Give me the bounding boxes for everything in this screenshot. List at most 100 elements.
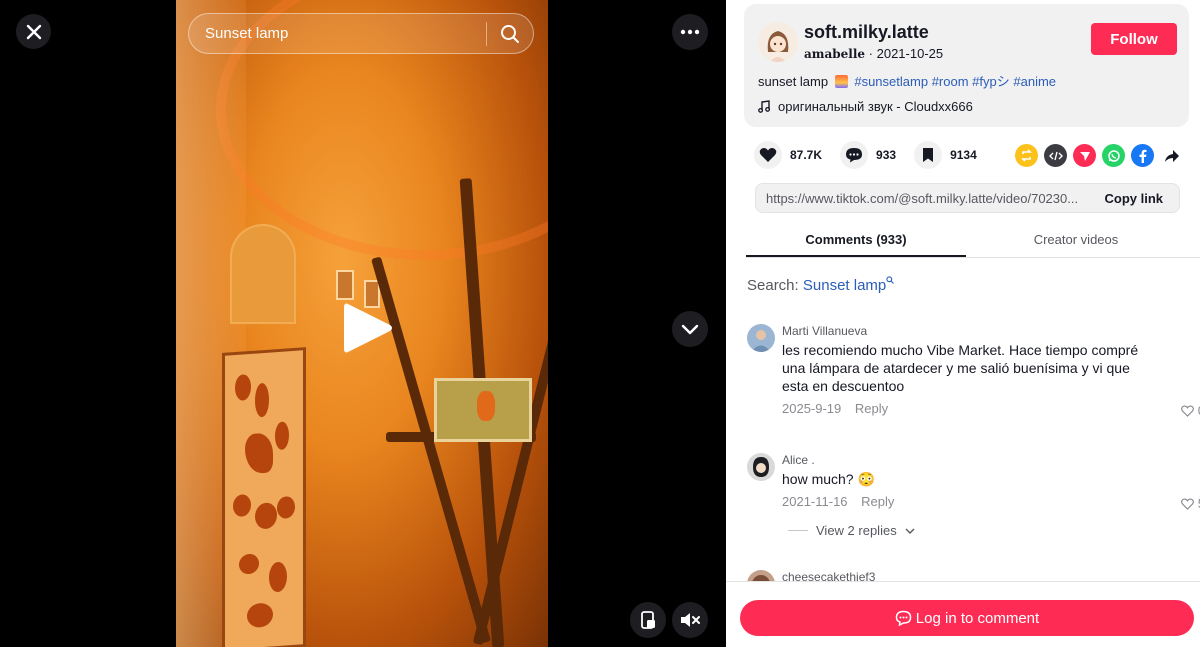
more-share-button[interactable] xyxy=(1160,144,1183,167)
comment-meta: 2021-11-16 Reply xyxy=(782,494,894,509)
like-icon-wrap xyxy=(754,141,782,169)
comment-bubble-icon xyxy=(895,610,912,626)
music-note-icon xyxy=(758,100,770,113)
comment-date: 2025-9-19 xyxy=(782,401,842,416)
details-panel: soft.milky.latte amabelle · 2021-10-25 F… xyxy=(726,0,1200,647)
commenter-avatar[interactable] xyxy=(747,453,775,481)
hashtag-link[interactable]: #fypシ xyxy=(972,74,1010,89)
close-button[interactable] xyxy=(16,14,51,49)
reply-button[interactable]: Reply xyxy=(861,494,894,509)
video-search-bar[interactable]: Sunset lamp xyxy=(188,13,534,54)
send-to-friends-button[interactable] xyxy=(1073,144,1096,167)
user-avatar-icon xyxy=(747,324,775,352)
painted-board xyxy=(222,347,306,647)
hashtag-link[interactable]: #anime xyxy=(1013,74,1056,89)
comment-like-button[interactable]: 0 xyxy=(1180,403,1200,418)
mute-button[interactable] xyxy=(672,602,708,638)
wall-frame xyxy=(336,270,354,300)
author-avatar[interactable] xyxy=(758,22,798,62)
floating-player-button[interactable] xyxy=(630,602,666,638)
next-video-button[interactable] xyxy=(672,311,708,347)
comment-item: Alice . how much? 😳 2021-11-16 Reply 5 xyxy=(747,453,1200,513)
anime-avatar-icon xyxy=(758,22,798,62)
hashtag-link[interactable]: #sunsetlamp xyxy=(854,74,928,89)
comment-icon-wrap xyxy=(840,141,869,169)
comment-text: les recomiendo mucho Vibe Market. Hace t… xyxy=(782,342,1139,394)
login-to-comment-button[interactable]: Log in to comment xyxy=(740,600,1194,636)
comment-button[interactable]: 933 xyxy=(840,141,896,169)
follow-button[interactable]: Follow xyxy=(1091,23,1177,55)
mini-player-icon xyxy=(641,611,655,629)
repost-button[interactable] xyxy=(1015,144,1038,167)
view-replies-label: View 2 replies xyxy=(816,523,897,538)
comment-icon xyxy=(846,148,863,163)
post-description: sunset lamp #sunsetlamp #room #fypシ #ani… xyxy=(758,71,1056,90)
replies-divider xyxy=(788,530,808,531)
meta-separator: · xyxy=(868,46,877,61)
save-button[interactable]: 9134 xyxy=(914,141,977,169)
hashtag-link[interactable]: #room xyxy=(932,74,969,89)
tab-comments[interactable]: Comments (933) xyxy=(746,225,966,257)
search-button[interactable] xyxy=(487,24,533,44)
comment-count: 933 xyxy=(876,148,897,162)
engagement-stats: 87.7K 933 9134 xyxy=(754,141,995,169)
volume-muted-icon xyxy=(681,613,700,627)
comment-meta: 2025-9-19 Reply xyxy=(782,401,888,416)
embed-code-icon xyxy=(1048,151,1063,160)
commenter-name[interactable]: Alice . xyxy=(782,453,815,467)
comment-footer: Log in to comment xyxy=(726,581,1200,647)
share-link-row: https://www.tiktok.com/@soft.milky.latte… xyxy=(755,183,1180,213)
sunset-emoji-icon xyxy=(834,75,848,88)
author-meta: amabelle · 2021-10-25 xyxy=(804,46,943,61)
comment-like-button[interactable]: 5 xyxy=(1180,496,1200,511)
heart-outline-icon xyxy=(1180,404,1194,417)
search-icon xyxy=(886,276,895,284)
post-info-card: soft.milky.latte amabelle · 2021-10-25 F… xyxy=(744,4,1189,127)
heart-outline-icon xyxy=(1180,497,1194,510)
save-count: 9134 xyxy=(950,148,977,162)
wall-arch-window xyxy=(230,224,296,324)
facebook-icon xyxy=(1139,149,1146,163)
description-text: sunset lamp xyxy=(758,74,829,89)
repost-icon xyxy=(1021,149,1032,162)
search-term-link[interactable]: Sunset lamp xyxy=(802,276,895,294)
easel-painting xyxy=(434,378,532,442)
play-button[interactable] xyxy=(342,300,394,356)
commenter-avatar[interactable] xyxy=(747,324,775,352)
view-replies-button[interactable]: View 2 replies xyxy=(788,523,915,538)
video-search-input[interactable]: Sunset lamp xyxy=(189,25,486,42)
save-icon-wrap xyxy=(914,141,943,169)
like-button[interactable]: 87.7K xyxy=(754,141,822,169)
video-url[interactable]: https://www.tiktok.com/@soft.milky.latte… xyxy=(756,191,1092,206)
search-prefix: Search: xyxy=(747,277,799,294)
whatsapp-icon xyxy=(1107,149,1120,162)
whatsapp-share-button[interactable] xyxy=(1102,144,1125,167)
video-player[interactable]: Sunset lamp xyxy=(0,0,726,647)
chevron-down-icon xyxy=(905,528,915,534)
embed-button[interactable] xyxy=(1044,144,1067,167)
author-username[interactable]: soft.milky.latte xyxy=(804,22,929,43)
facebook-share-button[interactable] xyxy=(1131,144,1154,167)
comment-text: how much? 😳 xyxy=(782,471,875,487)
heart-icon xyxy=(759,148,777,162)
user-avatar-icon xyxy=(747,453,775,481)
music-link[interactable]: оригинальный звук - Cloudxx666 xyxy=(758,99,973,114)
post-date: 2021-10-25 xyxy=(876,46,944,61)
search-icon xyxy=(501,24,519,43)
more-options-button[interactable] xyxy=(672,14,708,50)
search-term: Sunset lamp xyxy=(802,277,887,294)
commenter-name[interactable]: Marti Villanueva xyxy=(782,324,867,338)
comment-search-suggestion: Search: Sunset lamp xyxy=(747,276,895,294)
bookmark-icon xyxy=(923,148,934,162)
tab-creator-videos[interactable]: Creator videos xyxy=(966,225,1186,257)
copy-link-button[interactable]: Copy link xyxy=(1092,191,1179,206)
music-title: оригинальный звук - Cloudxx666 xyxy=(778,99,973,114)
comment-date: 2021-11-16 xyxy=(782,494,848,509)
send-icon xyxy=(1079,151,1090,161)
share-arrow-icon xyxy=(1164,149,1179,162)
like-count: 87.7K xyxy=(790,148,823,162)
more-icon xyxy=(680,29,700,35)
reply-button[interactable]: Reply xyxy=(855,401,888,416)
panel-tabs: Comments (933) Creator videos xyxy=(746,225,1200,258)
comment-item: Marti Villanueva les recomiendo mucho Vi… xyxy=(747,324,1200,424)
